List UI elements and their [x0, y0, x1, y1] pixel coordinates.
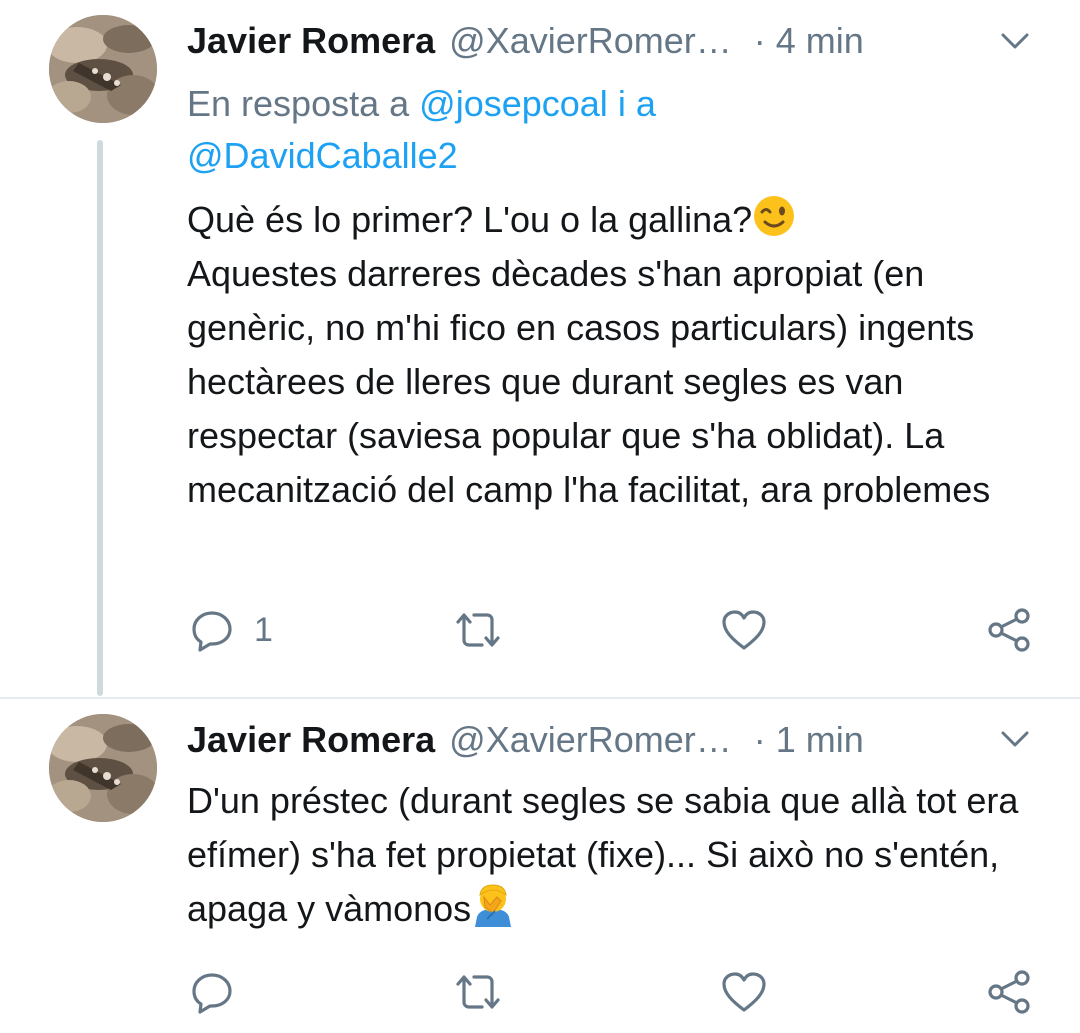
separator-dot: · [753, 719, 766, 760]
separator-dot: · [753, 20, 766, 61]
retweet-icon [454, 972, 502, 1012]
reply-icon [190, 608, 234, 652]
tweet-divider [0, 697, 1080, 699]
chevron-down-icon[interactable] [1001, 730, 1029, 748]
tweet-timestamp[interactable]: 1 min [776, 719, 864, 761]
reply-button[interactable] [190, 962, 254, 1022]
heart-icon [720, 970, 768, 1014]
winking-face-emoji-icon [752, 194, 796, 238]
like-button[interactable] [720, 962, 768, 1022]
reply-icon [190, 970, 234, 1014]
retweet-button[interactable] [454, 600, 502, 660]
tweet-text-body: Aquestes darreres dècades s'han apropiat… [187, 253, 991, 510]
share-icon [986, 968, 1034, 1016]
chevron-down-icon[interactable] [1001, 32, 1029, 50]
author-name[interactable]: Javier Romera [187, 719, 435, 761]
reply-join: i a [617, 83, 656, 124]
share-button[interactable] [986, 600, 1034, 660]
retweet-button[interactable] [454, 962, 502, 1022]
tweet-text: D'un préstec (durant segles se sabia que… [187, 774, 1047, 936]
like-button[interactable] [720, 600, 768, 660]
author-handle[interactable]: @XavierRomer… [449, 719, 732, 761]
mention-link[interactable]: @josepcoal [419, 83, 608, 124]
heart-icon [720, 608, 768, 652]
tweet-header: Javier Romera @XavierRomer… · 4 min [187, 17, 864, 65]
share-button[interactable] [986, 962, 1034, 1022]
mention-link[interactable]: @DavidCaballe2 [187, 135, 458, 176]
reply-prefix: En resposta a [187, 83, 410, 124]
share-icon [986, 606, 1034, 654]
tweet-text: Què és lo primer? L'ou o la gallina? Aqu… [187, 193, 1047, 517]
reply-count: 1 [254, 610, 273, 649]
reply-button[interactable]: 1 [190, 600, 273, 660]
tweet-actions [0, 962, 1080, 1022]
tweet-timestamp[interactable]: 4 min [776, 20, 864, 62]
person-facepalming-emoji-icon [471, 883, 515, 927]
retweet-icon [454, 610, 502, 650]
author-name[interactable]: Javier Romera [187, 20, 435, 62]
tweet-actions: 1 [0, 600, 1080, 660]
tweet-text-line: Què és lo primer? L'ou o la gallina? [187, 199, 753, 240]
avatar[interactable] [49, 15, 157, 123]
tweet-header: Javier Romera @XavierRomer… · 1 min [187, 716, 864, 764]
author-handle[interactable]: @XavierRomer… [449, 20, 732, 62]
replying-to: En resposta a @josepcoal i a @DavidCabal… [187, 78, 1047, 182]
avatar[interactable] [49, 714, 157, 822]
tweet-text-body: D'un préstec (durant segles se sabia que… [187, 780, 1019, 929]
